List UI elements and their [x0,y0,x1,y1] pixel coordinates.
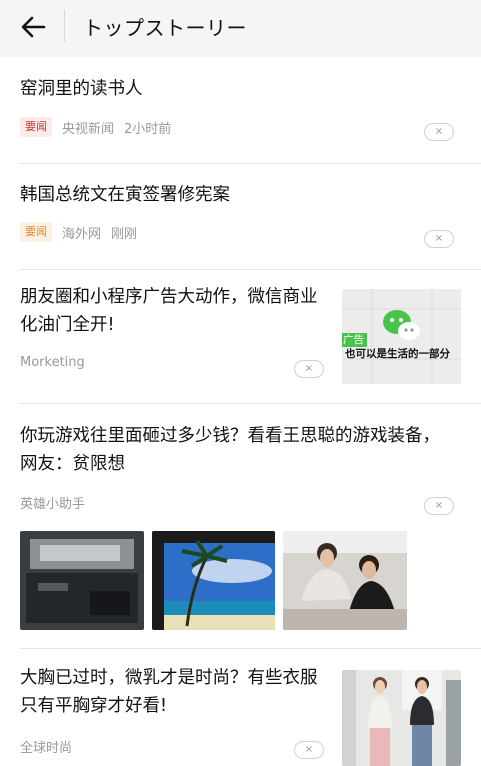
article-thumbnail [342,670,461,766]
ad-caption: 也可以是生活的一部分 [345,348,450,360]
article-image-2 [152,531,275,630]
dismiss-button[interactable]: × [294,360,324,378]
news-source: 英雄小助手 [20,497,86,512]
news-title-line: 朋友圈和小程序广告大动作，微信商业 [20,287,318,307]
news-title-line: 化油门全开! [20,315,115,335]
news-title-line: 网友：贫限想 [20,454,125,474]
news-item[interactable]: 大胸已过时，微乳才是时尚？有些衣服 只有平胸穿才好看! 全球时尚 × [0,649,481,766]
news-source: 海外网 [62,226,102,242]
back-arrow-icon[interactable] [20,14,46,40]
ad-tag: 广告 [343,334,364,346]
dismiss-button[interactable]: × [424,497,454,515]
news-source: Morketing [20,355,85,370]
news-title-line: 只有平胸穿才好看! [20,696,168,716]
article-image-1 [20,531,144,630]
article-image-3 [283,531,407,630]
tag-badge: 要闻 [20,117,52,137]
tag-badge: 要闻 [20,222,52,242]
news-meta: 要闻 央视新闻 2小时前 [20,117,171,137]
news-item[interactable]: 朋友圈和小程序广告大动作，微信商业 化油门全开! Morketing × 广告 … [0,270,481,404]
top-bar: トップストーリー [0,0,481,57]
news-title: 韩国总统文在寅签署修宪案 [20,185,230,205]
news-item[interactable]: 窑洞里的读书人 要闻 央视新闻 2小时前 × [0,57,481,164]
article-thumbnail: 广告 也可以是生活的一部分 [342,289,461,384]
dismiss-button[interactable]: × [424,123,454,141]
news-source: 央视新闻 [62,121,115,137]
news-title: 窑洞里的读书人 [20,79,143,99]
news-item[interactable]: 韩国总统文在寅签署修宪案 要闻 海外网 刚刚 × [0,164,481,270]
news-time: 2小时前 [124,121,172,137]
dismiss-button[interactable]: × [294,741,324,759]
news-title-line: 大胸已过时，微乳才是时尚？有些衣服 [20,668,318,688]
news-source: 全球时尚 [20,741,73,756]
news-item[interactable]: 你玩游戏往里面砸过多少钱？看看王思聪的游戏装备， 网友：贫限想 英雄小助手 × [0,404,481,649]
header-divider [64,10,65,42]
news-title-line: 你玩游戏往里面砸过多少钱？看看王思聪的游戏装备， [20,426,440,446]
news-meta: 要闻 海外网 刚刚 [20,222,137,242]
news-time: 刚刚 [111,226,138,242]
dismiss-button[interactable]: × [424,230,454,248]
page-title: トップストーリー [83,16,247,40]
